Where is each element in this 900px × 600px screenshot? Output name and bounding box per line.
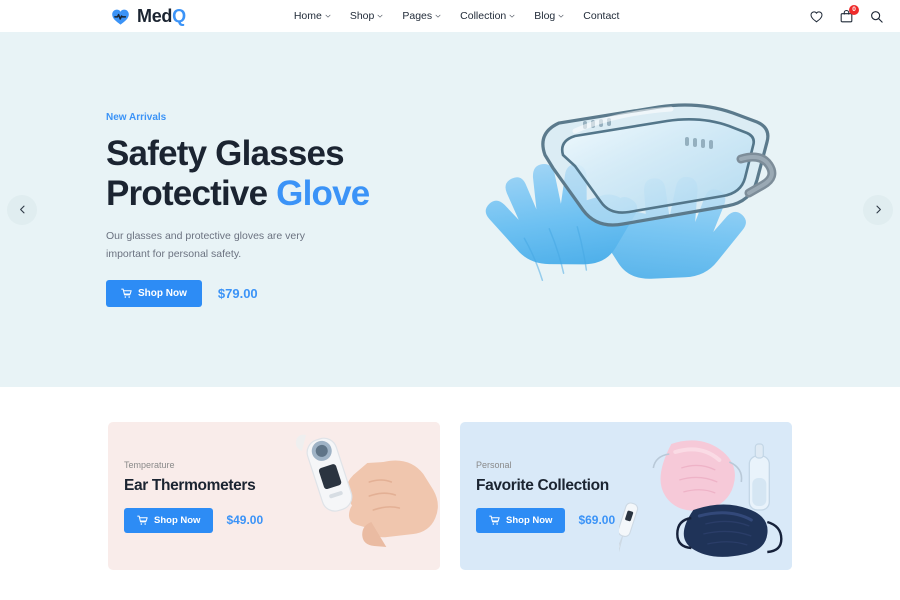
search-icon[interactable] (869, 9, 884, 24)
promo-shop-now-label: Shop Now (154, 514, 201, 526)
shopping-bag-icon[interactable]: 0 (839, 4, 859, 24)
hero-eyebrow: New Arrivals (106, 111, 167, 123)
nav-item-shop[interactable]: Shop (350, 10, 384, 22)
hero-copy: New Arrivals Safety Glasses Protective G… (106, 112, 406, 308)
hero-title-line1: Safety Glasses (106, 133, 345, 173)
cart-icon (137, 515, 148, 526)
nav-label: Contact (583, 10, 620, 22)
promo-cta-row: Shop Now $49.00 (124, 507, 307, 533)
chevron-down-icon (435, 10, 441, 22)
nav-item-pages[interactable]: Pages (402, 10, 441, 22)
promo-shop-now-label: Shop Now (506, 514, 553, 526)
nav-label: Shop (349, 10, 375, 22)
main-navigation: Home Shop Pages Collection Blog Contact (294, 10, 620, 22)
promo-price: $69.00 (578, 513, 616, 527)
chevron-down-icon (509, 10, 515, 22)
header-actions: 0 (809, 4, 884, 24)
promo-label: Temperature (124, 459, 175, 470)
hero-shop-now-label: Shop Now (138, 288, 187, 300)
nav-item-collection[interactable]: Collection (460, 10, 515, 22)
hero-title-line2-dark: Protective (106, 173, 277, 213)
cart-icon (121, 288, 132, 299)
hero-title: Safety Glasses Protective Glove (106, 134, 406, 214)
hero-description: Our glasses and protective gloves are ve… (106, 229, 306, 260)
nav-item-blog[interactable]: Blog (534, 10, 564, 22)
nav-item-contact[interactable]: Contact (583, 10, 619, 22)
hero-cta-row: Shop Now $79.00 (106, 280, 406, 308)
hero-carousel: New Arrivals Safety Glasses Protective G… (0, 32, 900, 387)
chevron-left-icon (18, 205, 27, 214)
promo-cta-row: Shop Now $69.00 (476, 507, 659, 533)
promo-title: Ear Thermometers (124, 476, 256, 494)
nav-label: Home (293, 10, 322, 22)
brand-logo[interactable]: MedQ (110, 6, 186, 27)
promo-shop-now-button[interactable]: Shop Now (124, 507, 214, 533)
site-header: MedQ Home Shop Pages Collection Blog Con… (0, 0, 900, 32)
cart-count-badge: 0 (849, 4, 859, 15)
chevron-down-icon (377, 10, 383, 22)
brand-name: MedQ (137, 6, 186, 26)
hero-shop-now-button[interactable]: Shop Now (106, 280, 202, 308)
chevron-down-icon (325, 10, 331, 22)
promo-card-thermometers[interactable]: Temperature Ear Thermometers Shop Now $4… (108, 422, 440, 570)
promo-label: Personal (476, 459, 512, 470)
cart-icon (489, 515, 500, 526)
hero-product-image (415, 85, 795, 335)
hero-price: $79.00 (217, 286, 258, 302)
promo-shop-now-button[interactable]: Shop Now (476, 507, 566, 533)
nav-label: Pages (402, 10, 433, 22)
promo-copy: Personal Favorite Collection Shop Now $6… (460, 460, 659, 533)
chevron-down-icon (558, 10, 564, 22)
promo-title: Favorite Collection (476, 476, 609, 494)
promo-price: $49.00 (226, 513, 264, 527)
promo-cards: Temperature Ear Thermometers Shop Now $4… (0, 387, 900, 570)
heart-pulse-icon (110, 6, 131, 27)
nav-label: Blog (534, 10, 556, 22)
hero-title-line2-accent: Glove (276, 173, 370, 213)
nav-label: Collection (460, 10, 507, 22)
promo-copy: Temperature Ear Thermometers Shop Now $4… (108, 460, 307, 533)
carousel-prev-button[interactable] (7, 194, 37, 225)
heart-icon[interactable] (809, 9, 824, 24)
carousel-next-button[interactable] (863, 194, 893, 225)
chevron-right-icon (874, 205, 883, 214)
nav-item-home[interactable]: Home (294, 10, 331, 22)
promo-card-favorite-collection[interactable]: Personal Favorite Collection Shop Now $6… (460, 422, 792, 570)
